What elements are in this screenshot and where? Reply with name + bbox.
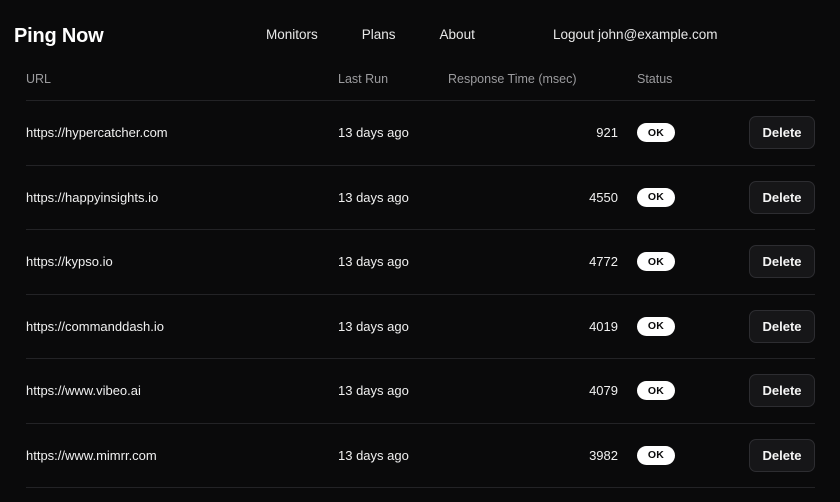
table-row: https://kypso.io13 days ago4772OK Delete bbox=[26, 230, 815, 295]
cell-url[interactable]: https://www.vibeo.ai bbox=[26, 359, 338, 424]
cell-actions: Delete bbox=[725, 230, 815, 295]
cell-status: OK bbox=[637, 165, 725, 230]
cell-response-time: 4550 bbox=[448, 165, 637, 230]
brand-logo[interactable]: Ping Now bbox=[14, 25, 104, 48]
cell-last-run: 13 days ago bbox=[338, 294, 448, 359]
cell-response-time: 3982 bbox=[448, 423, 637, 488]
monitors-table-wrapper: URL Last Run Response Time (msec) Status… bbox=[0, 72, 840, 488]
table-row: https://happyinsights.io13 days ago4550O… bbox=[26, 165, 815, 230]
cell-actions: Delete bbox=[725, 101, 815, 166]
app-root: Ping Now Monitors Plans About Logout joh… bbox=[0, 0, 840, 502]
delete-button[interactable]: Delete bbox=[749, 181, 815, 214]
status-badge: OK bbox=[637, 446, 675, 465]
table-row: https://www.vibeo.ai13 days ago4079OK Del… bbox=[26, 359, 815, 424]
table-row: https://www.mimrr.com13 days ago3982OK De… bbox=[26, 423, 815, 488]
status-badge: OK bbox=[637, 188, 675, 207]
cell-url[interactable]: https://www.mimrr.com bbox=[26, 423, 338, 488]
cell-status: OK bbox=[637, 101, 725, 166]
cell-response-time: 4772 bbox=[448, 230, 637, 295]
cell-last-run: 13 days ago bbox=[338, 101, 448, 166]
delete-button[interactable]: Delete bbox=[749, 245, 815, 278]
table-row: https://hypercatcher.com13 days ago921OK… bbox=[26, 101, 815, 166]
cell-response-time: 4019 bbox=[448, 294, 637, 359]
column-header-status: Status bbox=[637, 72, 725, 101]
cell-status: OK bbox=[637, 423, 725, 488]
cell-last-run: 13 days ago bbox=[338, 423, 448, 488]
delete-button[interactable]: Delete bbox=[749, 374, 815, 407]
cell-status: OK bbox=[637, 359, 725, 424]
cell-url[interactable]: https://happyinsights.io bbox=[26, 165, 338, 230]
logout-account-link[interactable]: Logout john@example.com bbox=[553, 27, 718, 42]
nav-link-plans[interactable]: Plans bbox=[362, 27, 396, 42]
monitors-table: URL Last Run Response Time (msec) Status… bbox=[26, 72, 815, 488]
column-header-response-time: Response Time (msec) bbox=[448, 72, 637, 101]
cell-status: OK bbox=[637, 294, 725, 359]
cell-url[interactable]: https://kypso.io bbox=[26, 230, 338, 295]
table-head: URL Last Run Response Time (msec) Status bbox=[26, 72, 815, 101]
top-navbar: Ping Now Monitors Plans About Logout joh… bbox=[0, 0, 840, 72]
table-header-row: URL Last Run Response Time (msec) Status bbox=[26, 72, 815, 101]
column-header-last-run: Last Run bbox=[338, 72, 448, 101]
column-header-actions bbox=[725, 72, 815, 101]
delete-button[interactable]: Delete bbox=[749, 439, 815, 472]
cell-last-run: 13 days ago bbox=[338, 230, 448, 295]
status-badge: OK bbox=[637, 123, 675, 142]
delete-button[interactable]: Delete bbox=[749, 116, 815, 149]
delete-button[interactable]: Delete bbox=[749, 310, 815, 343]
column-header-url: URL bbox=[26, 72, 338, 101]
status-badge: OK bbox=[637, 317, 675, 336]
cell-actions: Delete bbox=[725, 423, 815, 488]
table-body: https://hypercatcher.com13 days ago921OK… bbox=[26, 101, 815, 488]
cell-response-time: 921 bbox=[448, 101, 637, 166]
nav-links: Monitors Plans About bbox=[266, 27, 475, 42]
nav-link-monitors[interactable]: Monitors bbox=[266, 27, 318, 42]
table-row: https://commanddash.io13 days ago4019OK D… bbox=[26, 294, 815, 359]
status-badge: OK bbox=[637, 381, 675, 400]
cell-response-time: 4079 bbox=[448, 359, 637, 424]
cell-last-run: 13 days ago bbox=[338, 359, 448, 424]
cell-url[interactable]: https://commanddash.io bbox=[26, 294, 338, 359]
cell-status: OK bbox=[637, 230, 725, 295]
nav-link-about[interactable]: About bbox=[440, 27, 475, 42]
cell-actions: Delete bbox=[725, 359, 815, 424]
cell-actions: Delete bbox=[725, 165, 815, 230]
cell-last-run: 13 days ago bbox=[338, 165, 448, 230]
cell-url[interactable]: https://hypercatcher.com bbox=[26, 101, 338, 166]
status-badge: OK bbox=[637, 252, 675, 271]
cell-actions: Delete bbox=[725, 294, 815, 359]
